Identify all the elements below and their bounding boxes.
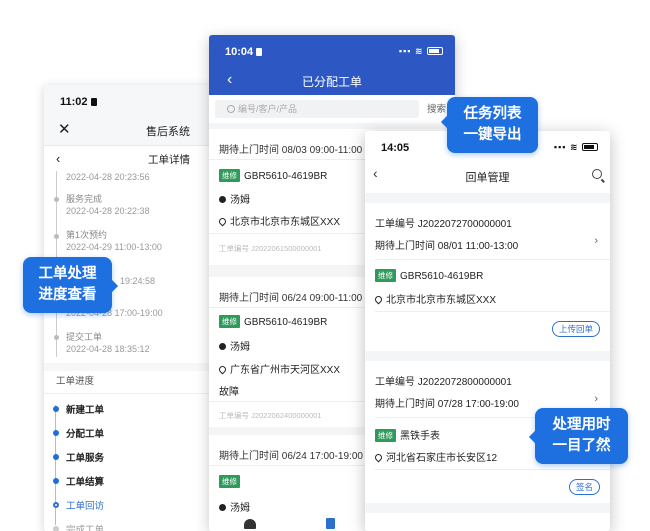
person-icon — [219, 343, 226, 350]
customer-name: 汤姆 — [219, 338, 250, 353]
search-bar: 编号/客户/产品 搜索 — [209, 95, 455, 123]
chevron-right-icon[interactable]: › — [594, 393, 598, 405]
progress-title: 工单进度 — [56, 376, 95, 387]
progress-step-current: 工单回访 — [66, 501, 105, 512]
appointment-time: 期待上门时间 06/24 17:00-19:00 — [219, 451, 363, 462]
status-icons: ▪▪▪ ≋ — [554, 142, 598, 153]
order-product: 维修 — [219, 475, 244, 488]
order-number: 工单编号 J2022061500000001 — [219, 244, 322, 253]
appointment-time: 期待上门时间 08/03 09:00-11:00 — [219, 145, 363, 156]
status-time: 10:04 — [225, 46, 263, 58]
location-icon — [373, 294, 384, 305]
order-address: 广东省广州市天河区XXX — [217, 361, 340, 376]
location-icon — [217, 364, 228, 375]
phone-return-management: 14:05 ▪▪▪ ≋ ‹ 回单管理 工单编号 J202207270000000… — [365, 131, 610, 531]
repair-tag: 维修 — [375, 429, 396, 442]
timeline-item: 服务完成 2022-04-28 20:22:38 — [66, 194, 150, 216]
customer-name: 汤姆 — [219, 191, 250, 206]
repair-tag: 维修 — [219, 315, 240, 328]
customer-name: 汤姆 — [219, 499, 250, 514]
search-icon[interactable] — [592, 169, 602, 179]
order-number: 工单编号 J2022072800000001 — [375, 377, 512, 388]
appointment-time: 期待上门时间 06/24 09:00-11:00 — [219, 293, 363, 304]
order-product: 维修 GBR5610-4619BR — [219, 315, 327, 328]
timeline-item: 提交工单 2022-04-28 18:35:12 — [66, 332, 150, 354]
appointment-time: 期待上门时间 07/28 17:00-19:00 — [375, 399, 519, 410]
progress-step: 新建工单 — [66, 405, 105, 416]
orders-tab-icon[interactable] — [326, 518, 335, 529]
search-input[interactable]: 编号/客户/产品 — [215, 100, 419, 118]
page-title: 回单管理 — [465, 172, 510, 184]
repair-tag: 维修 — [375, 269, 396, 282]
home-tab-icon[interactable] — [244, 519, 256, 529]
callout-time: 处理用时 一目了然 — [528, 408, 628, 464]
person-icon — [219, 504, 226, 511]
location-icon — [217, 216, 228, 227]
progress-step: 工单服务 — [66, 453, 105, 464]
order-product: 维修 GBR5610-4619BR — [375, 269, 483, 282]
timeline-item: 2022-04-28 20:23:56 — [66, 172, 150, 182]
repair-tag: 维修 — [219, 169, 240, 182]
sign-button[interactable]: 签名 — [568, 479, 600, 495]
fault-description: 故障 — [219, 387, 239, 398]
order-product: 维修 黑铁手表 — [375, 427, 440, 442]
person-icon — [219, 196, 226, 203]
status-time: 14:05 — [381, 142, 410, 154]
progress-step: 完成工单 — [66, 525, 105, 531]
callout-export: 任务列表 一键导出 — [440, 97, 538, 153]
timeline-item: 19:24:58 — [120, 276, 156, 286]
return-card[interactable]: 工单编号 J2022072700000001 期待上门时间 08/01 11:0… — [365, 203, 610, 351]
order-number: 工单编号 J2022072700000001 — [375, 219, 512, 230]
progress-step: 分配工单 — [66, 429, 105, 440]
return-card[interactable] — [365, 513, 610, 531]
status-bar: 10:04 ▪▪▪ ≋ — [209, 35, 455, 67]
order-product: 维修 GBR5610-4619BR — [219, 169, 327, 182]
status-icons: ▪▪▪ ≋ — [399, 46, 443, 57]
page-title: 已分配工单 — [301, 75, 362, 89]
repair-tag: 维修 — [219, 475, 240, 488]
order-number: 工单编号 J2022062400000001 — [219, 411, 322, 420]
app-title: 售后系统 — [146, 126, 190, 138]
search-button[interactable]: 搜索 — [427, 101, 446, 115]
appointment-time: 期待上门时间 08/01 11:00-13:00 — [375, 241, 519, 252]
search-icon — [227, 105, 235, 113]
upload-return-button[interactable]: 上传回单 — [551, 321, 600, 337]
page-title: 工单详情 — [148, 154, 190, 166]
order-address: 北京市北京市东城区XXX — [217, 213, 340, 228]
callout-progress: 工单处理 进度查看 — [23, 257, 119, 313]
chevron-right-icon[interactable]: › — [594, 235, 598, 247]
order-address: 河北省石家庄市长安区12 — [373, 449, 497, 464]
location-icon — [373, 452, 384, 463]
back-icon[interactable]: ‹ — [56, 151, 60, 166]
timeline-item: 第1次预约 2022-04-29 11:00-13:00 — [66, 230, 162, 252]
status-time: 11:02 — [60, 96, 97, 108]
progress-step: 工单结算 — [66, 477, 105, 488]
close-icon[interactable]: ✕ — [58, 120, 71, 138]
order-address: 北京市北京市东城区XXX — [373, 291, 496, 306]
